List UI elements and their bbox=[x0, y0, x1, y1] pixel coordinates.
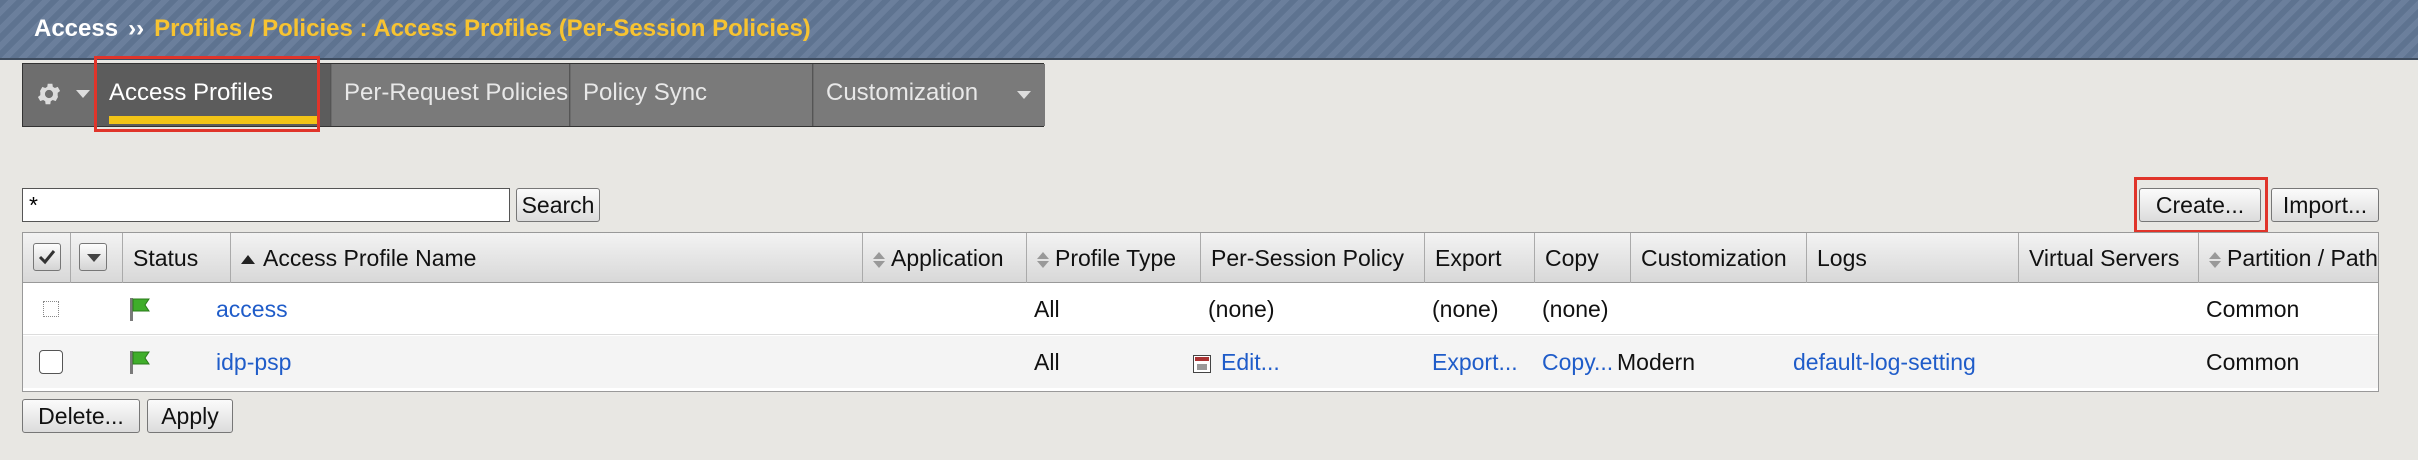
column-access-profile-name[interactable]: Access Profile Name bbox=[231, 233, 863, 283]
column-customization: Customization bbox=[1631, 233, 1807, 283]
select-all-checkbox[interactable] bbox=[33, 243, 61, 271]
active-tab-indicator bbox=[109, 116, 318, 124]
edit-policy-link[interactable]: Edit... bbox=[1221, 349, 1280, 375]
create-button[interactable]: Create... bbox=[2139, 188, 2261, 222]
tab-customization[interactable]: Customization bbox=[814, 64, 1045, 126]
row-checkbox-disabled bbox=[43, 301, 59, 317]
column-virtual-servers: Virtual Servers bbox=[2019, 233, 2199, 283]
search-button[interactable]: Search bbox=[516, 188, 600, 222]
column-label: Profile Type bbox=[1055, 245, 1177, 271]
table-header: Status Access Profile Name Application P… bbox=[23, 233, 2378, 283]
profile-type-cell: All bbox=[1034, 296, 1060, 322]
column-profile-type[interactable]: Profile Type bbox=[1027, 233, 1201, 283]
profile-name-link[interactable]: access bbox=[216, 283, 288, 335]
tab-label: Customization bbox=[826, 79, 979, 106]
breadcrumb-path: Profiles / Policies : Access Profiles (P… bbox=[154, 15, 811, 42]
table-row: access All (none) (none) (none) Common bbox=[23, 283, 2378, 335]
column-label: Partition / Path bbox=[2227, 245, 2378, 271]
partition-cell: Common bbox=[2206, 349, 2300, 375]
partition-cell: Common bbox=[2206, 296, 2300, 322]
column-logs: Logs bbox=[1807, 233, 2019, 283]
per-session-policy-cell: Edit... bbox=[1193, 336, 1280, 388]
column-label: Access Profile Name bbox=[263, 245, 477, 271]
tab-label: Policy Sync bbox=[583, 79, 708, 106]
tab-bar: Access Profiles Per-Request Policies Pol… bbox=[22, 63, 1045, 127]
sort-icon bbox=[873, 251, 885, 269]
policy-edit-icon bbox=[1193, 354, 1211, 373]
copy-link[interactable]: Copy... bbox=[1542, 336, 1613, 388]
import-button[interactable]: Import... bbox=[2271, 188, 2379, 222]
customization-cell: Modern bbox=[1617, 349, 1695, 375]
sort-icon bbox=[1037, 251, 1049, 269]
profile-type-cell: All bbox=[1034, 349, 1060, 375]
column-export: Export bbox=[1425, 233, 1535, 283]
export-cell: (none) bbox=[1432, 296, 1499, 322]
tab-access-profiles[interactable]: Access Profiles bbox=[97, 64, 331, 126]
breadcrumb-separator: ›› bbox=[128, 15, 145, 42]
chevron-down-icon bbox=[87, 254, 101, 262]
sort-icon bbox=[2209, 251, 2221, 269]
tab-label: Per-Request Policies bbox=[344, 79, 569, 106]
column-label: Application bbox=[891, 245, 1004, 271]
checkmark-icon bbox=[38, 250, 56, 265]
sort-ascending-icon bbox=[241, 255, 255, 265]
column-copy: Copy bbox=[1535, 233, 1631, 283]
green-flag-icon bbox=[130, 351, 150, 374]
column-application[interactable]: Application bbox=[863, 233, 1027, 283]
chevron-down-icon bbox=[75, 89, 90, 98]
row-checkbox[interactable] bbox=[39, 350, 63, 374]
tab-policy-sync[interactable]: Policy Sync bbox=[571, 64, 813, 126]
copy-cell: (none) bbox=[1542, 296, 1609, 322]
column-per-session-policy: Per-Session Policy bbox=[1201, 233, 1425, 283]
column-status[interactable]: Status bbox=[123, 233, 231, 283]
gear-menu[interactable] bbox=[23, 64, 95, 126]
breadcrumb-bar: Access ›› Profiles / Policies : Access Pro… bbox=[0, 0, 2418, 60]
export-link[interactable]: Export... bbox=[1432, 336, 1518, 388]
chevron-down-icon bbox=[1017, 91, 1031, 99]
tab-per-request-policies[interactable]: Per-Request Policies bbox=[332, 64, 570, 126]
green-flag-icon bbox=[130, 298, 150, 321]
gear-icon bbox=[37, 83, 61, 104]
breadcrumb: Access ›› Profiles / Policies : Access Pro… bbox=[34, 0, 811, 58]
header-select-menu[interactable] bbox=[71, 233, 123, 283]
header-select-all[interactable] bbox=[23, 233, 71, 283]
logs-link[interactable]: default-log-setting bbox=[1793, 336, 1976, 388]
table-row: idp-psp All Edit... Export... Copy... Mo… bbox=[23, 336, 2378, 388]
breadcrumb-root[interactable]: Access bbox=[34, 15, 118, 42]
select-menu-dropdown[interactable] bbox=[79, 243, 107, 271]
column-partition-path[interactable]: Partition / Path bbox=[2199, 233, 2380, 283]
tab-label: Access Profiles bbox=[109, 79, 274, 106]
per-session-policy-cell: (none) bbox=[1208, 296, 1275, 322]
apply-button[interactable]: Apply bbox=[147, 399, 233, 433]
delete-button[interactable]: Delete... bbox=[22, 399, 140, 433]
filter-input[interactable] bbox=[22, 188, 510, 222]
profile-name-link[interactable]: idp-psp bbox=[216, 336, 291, 388]
access-profiles-table: Status Access Profile Name Application P… bbox=[22, 232, 2379, 392]
